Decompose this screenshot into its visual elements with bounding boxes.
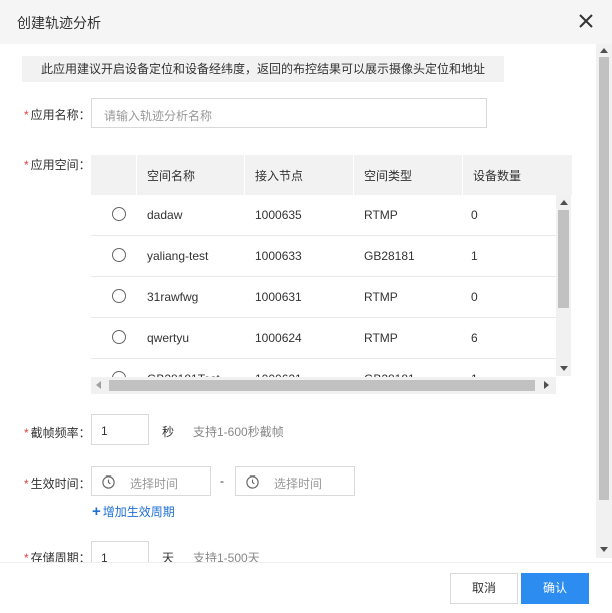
required-mark: * (24, 426, 29, 440)
required-mark: * (24, 551, 29, 562)
notice-banner: 此应用建议开启设备定位和设备经纬度，返回的布控结果可以展示摄像头定位和地址 (22, 56, 504, 82)
column-separator (462, 155, 463, 195)
frame-rate-value: 1 (101, 424, 108, 438)
required-mark: * (24, 108, 29, 122)
table-row[interactable]: dadaw 1000635 RTMP 0 (91, 195, 557, 236)
required-mark: * (24, 477, 29, 491)
table-vertical-scrollbar[interactable] (556, 195, 571, 376)
frame-rate-hint: 支持1-600秒截帧 (193, 425, 284, 439)
cell-space-type: RTMP (364, 208, 398, 222)
column-separator (136, 155, 137, 195)
storage-period-value: 1 (101, 551, 108, 562)
column-header-device-count: 设备数量 (473, 169, 522, 183)
start-time-placeholder: 选择时间 (130, 477, 179, 491)
scrollbar-thumb[interactable] (599, 57, 609, 500)
cell-node: 1000633 (255, 249, 302, 263)
cell-space-name: qwertyu (147, 331, 190, 345)
column-separator (244, 155, 245, 195)
required-mark: * (24, 158, 29, 172)
cell-device-count: 6 (471, 331, 478, 345)
frame-rate-unit: 秒 (162, 425, 175, 439)
cell-node: 1000635 (255, 208, 302, 222)
cancel-button[interactable]: 取消 (450, 573, 518, 604)
column-header-space-type: 空间类型 (364, 169, 413, 183)
row-radio[interactable] (112, 330, 126, 344)
cell-device-count: 1 (471, 249, 478, 263)
scroll-up-arrow-icon[interactable] (600, 48, 608, 53)
storage-period-row: * 存储周期： 1 天 支持1-500天 (0, 540, 596, 562)
cell-space-name: dadaw (147, 208, 183, 222)
dialog-header: 创建轨迹分析 (0, 0, 612, 44)
close-icon[interactable] (576, 11, 596, 31)
dialog-vertical-scrollbar[interactable] (596, 44, 612, 558)
cell-space-type: RTMP (364, 331, 398, 345)
add-effective-period-text: 增加生效周期 (102, 505, 175, 519)
end-time-placeholder: 选择时间 (274, 477, 323, 491)
table-header: 空间名称 接入节点 空间类型 设备数量 (91, 155, 572, 195)
cell-device-count: 0 (471, 290, 478, 304)
cell-space-type: GB28181 (364, 249, 415, 263)
table-horizontal-scrollbar[interactable] (91, 377, 556, 394)
scrollbar-thumb[interactable] (558, 210, 569, 308)
clock-icon (246, 475, 259, 489)
app-name-label: * 应用名称： (24, 106, 91, 123)
space-table: 空间名称 接入节点 空间类型 设备数量 dadaw 1000635 RTMP 0… (91, 155, 572, 395)
effective-time-label: * 生效时间： (24, 475, 91, 492)
storage-period-label: * 存储周期： (24, 549, 91, 562)
scroll-right-arrow-icon[interactable] (544, 381, 549, 389)
plus-icon: + (92, 503, 101, 520)
footer-divider (0, 562, 612, 563)
storage-period-input[interactable]: 1 (91, 541, 149, 562)
cell-node: 1000624 (255, 331, 302, 345)
start-time-picker[interactable]: 选择时间 (91, 466, 211, 496)
storage-period-unit: 天 (162, 551, 175, 562)
storage-period-hint: 支持1-500天 (193, 551, 260, 562)
create-trajectory-analysis-dialog: 创建轨迹分析 此应用建议开启设备定位和设备经纬度，返回的布控结果可以展示摄像头定… (0, 0, 612, 613)
frame-rate-label: * 截帧频率： (24, 424, 91, 441)
scroll-down-arrow-icon[interactable] (600, 547, 608, 552)
frame-rate-label-text: 截帧频率： (30, 426, 91, 440)
row-radio[interactable] (112, 289, 126, 303)
table-row[interactable]: yaliang-test 1000633 GB28181 1 (91, 236, 557, 277)
time-range-separator: - (220, 474, 224, 488)
scroll-down-arrow-icon[interactable] (560, 366, 568, 371)
table-body: dadaw 1000635 RTMP 0 yaliang-test 100063… (91, 195, 557, 395)
cell-space-type: RTMP (364, 290, 398, 304)
cell-device-count: 0 (471, 208, 478, 222)
app-name-label-text: 应用名称： (30, 108, 91, 122)
storage-period-label-text: 存储周期： (30, 551, 91, 562)
row-radio[interactable] (112, 248, 126, 262)
app-name-placeholder: 请输入轨迹分析名称 (104, 109, 213, 123)
effective-time-label-text: 生效时间： (30, 477, 91, 491)
scroll-left-arrow-icon[interactable] (96, 381, 101, 389)
row-radio[interactable] (112, 207, 126, 221)
cell-space-name: yaliang-test (147, 249, 209, 263)
clock-icon (102, 475, 115, 489)
app-space-label: * 应用空间： (24, 156, 91, 173)
cell-node: 1000631 (255, 290, 302, 304)
column-header-space-name: 空间名称 (147, 169, 196, 183)
table-row[interactable]: 31rawfwg 1000631 RTMP 0 (91, 277, 557, 318)
frame-rate-input[interactable]: 1 (91, 414, 149, 445)
scrollbar-thumb[interactable] (109, 380, 535, 391)
dialog-title: 创建轨迹分析 (17, 15, 101, 31)
column-separator (353, 155, 354, 195)
cell-space-name: 31rawfwg (147, 290, 199, 304)
app-space-label-text: 应用空间： (30, 158, 91, 172)
end-time-picker[interactable]: 选择时间 (235, 466, 355, 496)
table-row[interactable]: qwertyu 1000624 RTMP 6 (91, 318, 557, 359)
confirm-button[interactable]: 确认 (521, 573, 589, 604)
scroll-up-arrow-icon[interactable] (560, 200, 568, 205)
app-name-input[interactable]: 请输入轨迹分析名称 (91, 98, 487, 128)
column-header-node: 接入节点 (255, 169, 304, 183)
add-effective-period-link[interactable]: + 增加生效周期 (92, 503, 175, 520)
